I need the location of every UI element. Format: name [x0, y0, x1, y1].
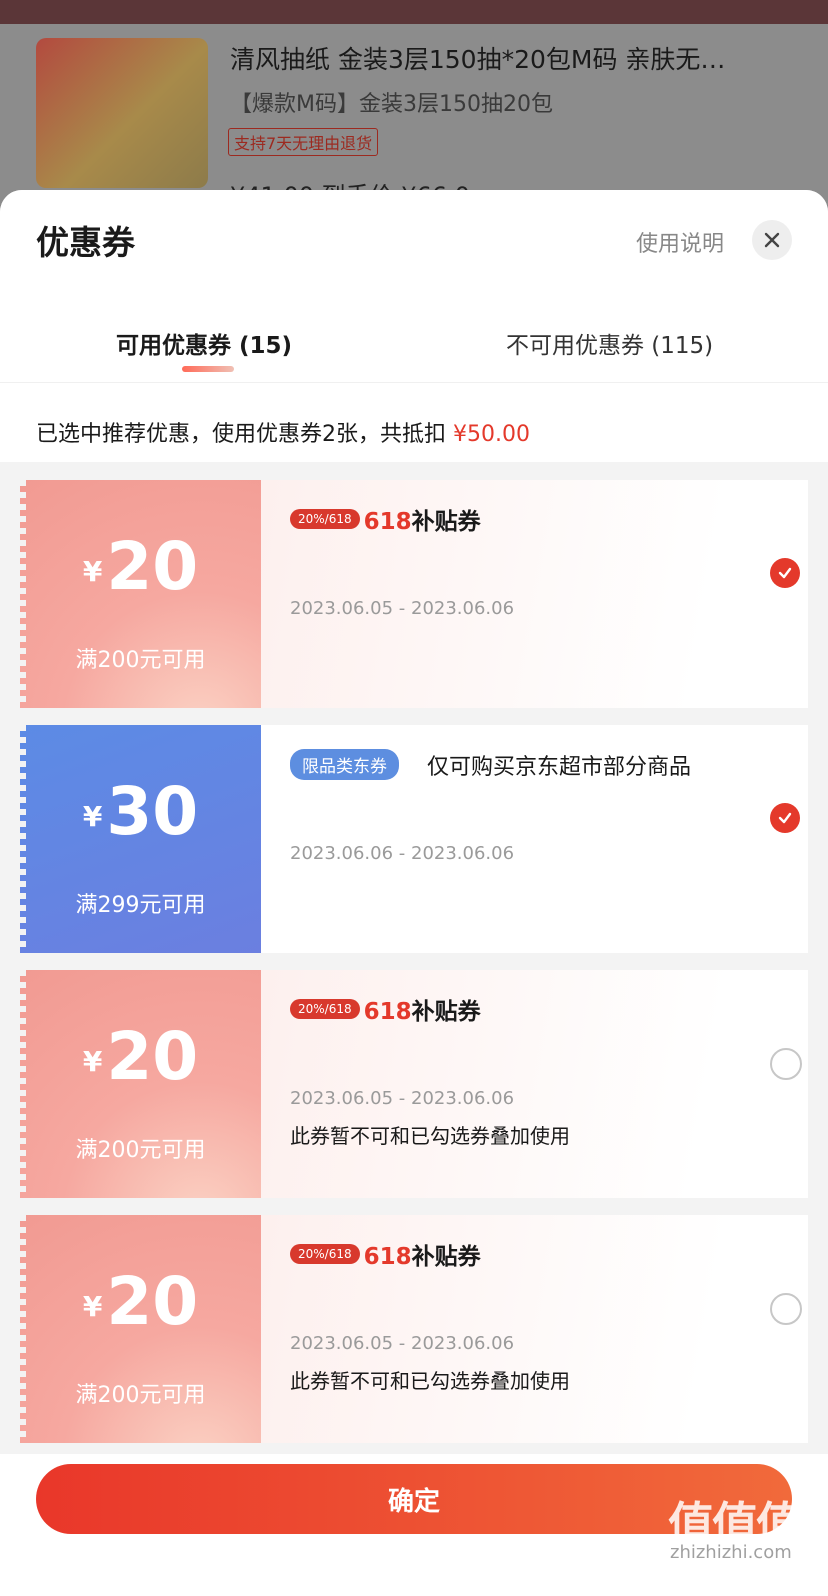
close-icon: [764, 232, 780, 248]
coupon-value-panel: ¥20 满200元可用: [20, 1215, 261, 1443]
coupon-info-panel: 20%/618 618补贴券 2023.06.05 - 2023.06.06: [261, 480, 808, 708]
coupon-checkbox[interactable]: [770, 1048, 802, 1080]
product-tag: 支持7天无理由退货: [228, 128, 379, 156]
divider: [0, 382, 828, 383]
coupon-date: 2023.06.06 - 2023.06.06: [290, 843, 515, 864]
check-icon: [778, 567, 792, 579]
tab-unavailable[interactable]: 不可用优惠券 (115): [506, 326, 713, 360]
top-bar: [0, 0, 828, 24]
coupon-note: 此券暂不可和已勾选券叠加使用: [290, 1369, 570, 1393]
coupon-info-panel: 20%/618 618补贴券 2023.06.05 - 2023.06.06 此…: [261, 970, 808, 1198]
coupon-checkbox[interactable]: [770, 558, 800, 588]
coupon-amount: ¥20: [82, 1018, 199, 1095]
coupon-value-panel: ¥30 满299元可用: [20, 725, 261, 953]
coupon-618-badge: 20%/618 618补贴券: [290, 502, 481, 536]
coupon-note: 此券暂不可和已勾选券叠加使用: [290, 1124, 570, 1148]
selection-summary: 已选中推荐优惠，使用优惠券2张，共抵扣 ¥50.00: [36, 416, 530, 448]
watermark-url: zhizhizhi.com: [670, 1542, 792, 1563]
coupon-info-panel: 限品类东券 仅可购买京东超市部分商品 2023.06.06 - 2023.06.…: [261, 725, 808, 953]
coupon-card[interactable]: ¥20 满200元可用 20%/618 618补贴券 2023.06.05 - …: [20, 970, 808, 1198]
coupon-description: 仅可购买京东超市部分商品: [427, 755, 692, 780]
summary-text: 已选中推荐优惠，使用优惠券2张，共抵扣: [36, 422, 446, 447]
coupon-date: 2023.06.05 - 2023.06.06: [290, 598, 515, 619]
coupon-card[interactable]: ¥20 满200元可用 20%/618 618补贴券 2023.06.05 - …: [20, 480, 808, 708]
tab-available[interactable]: 可用优惠券 (15): [116, 326, 292, 360]
sheet-header: 优惠券 使用说明 可用优惠券 (15) 不可用优惠券 (115) 已选中推荐优惠…: [0, 190, 828, 462]
coupon-checkbox[interactable]: [770, 803, 800, 833]
coupon-amount: ¥20: [82, 528, 199, 605]
check-icon: [778, 812, 792, 824]
coupon-condition: 满200元可用: [75, 648, 206, 673]
coupon-date: 2023.06.05 - 2023.06.06: [290, 1088, 515, 1109]
summary-amount: ¥50.00: [453, 422, 530, 447]
sheet-title: 优惠券: [36, 223, 135, 262]
coupon-sheet: 优惠券 使用说明 可用优惠券 (15) 不可用优惠券 (115) 已选中推荐优惠…: [0, 190, 828, 1596]
coupon-condition: 满200元可用: [75, 1138, 206, 1163]
tab-active-indicator: [182, 366, 234, 372]
close-button[interactable]: [752, 220, 792, 260]
coupon-date: 2023.06.05 - 2023.06.06: [290, 1333, 515, 1354]
coupon-checkbox[interactable]: [770, 1293, 802, 1325]
coupon-amount: ¥30: [82, 773, 199, 850]
coupon-condition: 满200元可用: [75, 1383, 206, 1408]
product-subtitle: 【爆款M码】金装3层150抽20包: [230, 92, 553, 117]
coupon-category-badge: 限品类东券: [290, 749, 399, 780]
coupon-info-panel: 20%/618 618补贴券 2023.06.05 - 2023.06.06 此…: [261, 1215, 808, 1443]
coupon-condition: 满299元可用: [75, 893, 206, 918]
coupon-value-panel: ¥20 满200元可用: [20, 970, 261, 1198]
coupon-card[interactable]: ¥30 满299元可用 限品类东券 仅可购买京东超市部分商品 2023.06.0…: [20, 725, 808, 953]
coupon-618-badge: 20%/618 618补贴券: [290, 992, 481, 1026]
help-link[interactable]: 使用说明: [636, 226, 724, 258]
coupon-amount: ¥20: [82, 1263, 199, 1340]
product-title: 清风抽纸 金装3层150抽*20包M码 亲肤无…: [230, 45, 726, 74]
product-thumbnail: [36, 38, 208, 188]
coupon-618-badge: 20%/618 618补贴券: [290, 1237, 481, 1271]
coupon-value-panel: ¥20 满200元可用: [20, 480, 261, 708]
coupon-card[interactable]: ¥20 满200元可用 20%/618 618补贴券 2023.06.05 - …: [20, 1215, 808, 1443]
